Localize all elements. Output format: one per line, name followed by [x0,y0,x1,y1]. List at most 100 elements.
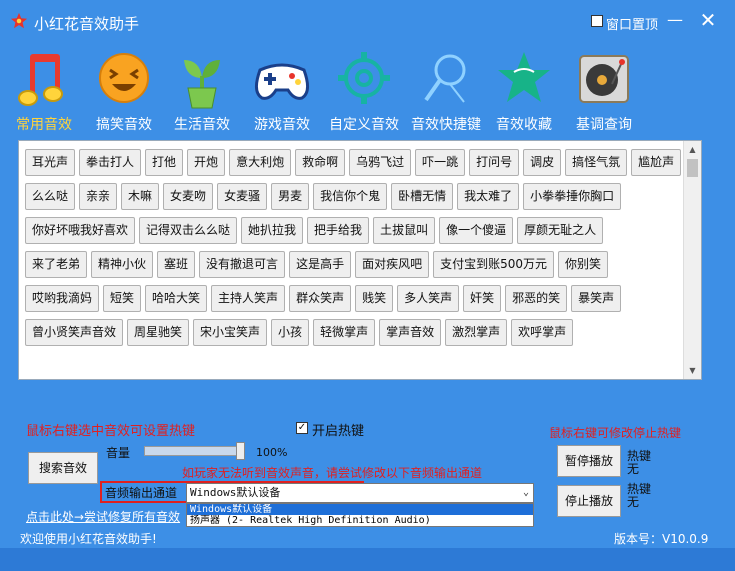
status-bar: 欢迎使用小红花音效助手! 版本号：V10.0.9 [0,528,735,548]
sound-button[interactable]: 周星驰笑 [127,319,190,346]
sound-button[interactable]: 拳击打人 [79,149,142,176]
dropdown-option[interactable]: 扬声器 (2- Realtek High Definition Audio) [187,515,533,526]
plant-sprout-icon [184,60,220,109]
sound-row: 么么哒 亲亲 木嘛 女麦吻 女麦骚 男麦 我信你个鬼 卧槽无情 我太难了 小拳拳捶你胸口 [25,183,681,210]
sound-button[interactable]: 激烈掌声 [445,319,508,346]
gear-icon [338,52,390,104]
star-icon [498,52,550,102]
nav-sound-hotkeys[interactable]: 音效快捷键 [406,48,486,134]
volume-slider-handle[interactable] [236,442,245,460]
sound-button[interactable]: 记得双击么么哒 [139,217,238,244]
sound-button[interactable]: 多人笑声 [397,285,460,312]
nav-label: 搞笑音效 [96,117,152,133]
red-flower-logo-icon [10,12,28,29]
nav-custom-sounds[interactable]: 自定义音效 [324,48,404,134]
sound-button[interactable]: 尴尬声 [631,149,682,176]
sound-button[interactable]: 耳光声 [25,149,76,176]
sound-button[interactable]: 小拳拳捶你胸口 [523,183,622,210]
scroll-thumb[interactable] [687,159,698,177]
sound-button[interactable]: 卧槽无情 [391,183,454,210]
scroll-up-arrow-icon[interactable]: ▲ [684,141,701,158]
sound-button[interactable]: 男麦 [271,183,310,210]
pin-window-checkbox[interactable] [591,15,603,27]
sound-button[interactable]: 宋小宝笑声 [193,319,268,346]
music-note-icon [18,54,63,106]
sound-button[interactable]: 开炮 [187,149,226,176]
pause-button[interactable]: 暂停播放 [557,445,621,477]
nav-game-sounds[interactable]: 游戏音效 [242,48,322,134]
sound-button[interactable]: 打问号 [469,149,520,176]
sound-button[interactable]: 邪恶的笑 [505,285,568,312]
enable-hotkey-label[interactable]: 开启热键 [312,420,364,439]
audio-channel-select[interactable]: Windows默认设备 ⌄ [186,483,534,503]
sound-button[interactable]: 亲亲 [79,183,118,210]
sound-button[interactable]: 短笑 [103,285,142,312]
sound-button[interactable]: 女麦吻 [163,183,214,210]
sound-button[interactable]: 这是高手 [289,251,352,278]
sound-button[interactable]: 像一个傻逼 [439,217,514,244]
sound-button[interactable]: 群众笑声 [289,285,352,312]
sound-button[interactable]: 我太难了 [457,183,520,210]
version-text: 版本号：V10.0.9 [614,532,709,546]
sound-button[interactable]: 支付宝到账500万元 [433,251,554,278]
volume-value: 100% [256,446,288,459]
scroll-down-arrow-icon[interactable]: ▼ [684,362,701,379]
stop-hotkey-hint: 鼠标右键可修改停止热键 [549,426,682,440]
sound-button[interactable]: 调皮 [523,149,562,176]
sound-button[interactable]: 她扒拉我 [241,217,304,244]
sound-button[interactable]: 你别笑 [558,251,609,278]
sound-button[interactable]: 欢呼掌声 [511,319,574,346]
search-sound-button[interactable]: 搜索音效 [28,452,98,484]
sound-button[interactable]: 精神小伙 [91,251,154,278]
volume-label: 音量 [106,446,131,460]
sound-button[interactable]: 么么哒 [25,183,76,210]
sound-button[interactable]: 女麦骚 [217,183,268,210]
close-button[interactable]: ✕ [696,10,720,32]
restore-sounds-link[interactable]: 点击此处→尝试修复所有音效 [26,508,186,525]
sound-button[interactable]: 木嘛 [121,183,160,210]
sound-button[interactable]: 搞怪气氛 [565,149,628,176]
nav-label: 生活音效 [174,117,230,133]
dropdown-option[interactable]: Windows默认设备 [187,504,533,515]
sound-button[interactable]: 暴笑声 [571,285,622,312]
sound-button[interactable]: 曾小贤笑声音效 [25,319,124,346]
volume-slider[interactable] [144,446,244,456]
sound-button[interactable]: 打他 [145,149,184,176]
sound-button[interactable]: 救命啊 [295,149,346,176]
pin-window-label[interactable]: 窗口置顶 [606,14,658,33]
sound-button[interactable]: 塞班 [157,251,196,278]
sound-button[interactable]: 奸笑 [463,285,502,312]
sound-button[interactable]: 掌声音效 [379,319,442,346]
sound-button[interactable]: 我信你个鬼 [313,183,388,210]
sound-button[interactable]: 把手给我 [307,217,370,244]
scrollbar[interactable]: ▲ ▼ [683,141,701,379]
sound-button[interactable]: 意大利炮 [229,149,292,176]
laughing-face-icon [99,53,149,103]
sound-button[interactable]: 来了老弟 [25,251,88,278]
sound-button[interactable]: 土拔鼠叫 [373,217,436,244]
audio-channel-dropdown: Windows默认设备 扬声器 (2- Realtek High Definit… [186,503,534,527]
sound-button[interactable]: 主持人笑声 [211,285,286,312]
sound-button[interactable]: 哈哈大笑 [145,285,208,312]
sound-button[interactable]: 没有撤退可言 [199,251,286,278]
sound-button[interactable]: 小孩 [271,319,310,346]
nav-life-sounds[interactable]: 生活音效 [162,48,242,134]
app-title: 小红花音效助手 [34,15,140,33]
enable-hotkey-checkbox[interactable]: ✓ [296,422,308,434]
sound-button[interactable]: 吓一跳 [415,149,466,176]
nav-funny-sounds[interactable]: 搞笑音效 [84,48,164,134]
chevron-down-icon[interactable]: ⌄ [523,484,529,502]
sound-button[interactable]: 哎哟我滴妈 [25,285,100,312]
sound-button[interactable]: 贱笑 [355,285,394,312]
sound-button[interactable]: 乌鸦飞过 [349,149,412,176]
sound-button[interactable]: 面对疾风吧 [355,251,430,278]
sound-button[interactable]: 轻微掌声 [313,319,376,346]
nav-tone-query[interactable]: 基调查询 [564,48,644,134]
nav-common-sounds[interactable]: 常用音效 [4,48,84,134]
sound-button[interactable]: 厚颜无耻之人 [517,217,604,244]
sound-button[interactable]: 你好坏哦我好喜欢 [25,217,136,244]
nav-favorites[interactable]: 音效收藏 [484,48,564,134]
minimize-button[interactable]: — [664,12,686,30]
welcome-text: 欢迎使用小红花音效助手! [20,532,157,546]
stop-button[interactable]: 停止播放 [557,485,621,517]
